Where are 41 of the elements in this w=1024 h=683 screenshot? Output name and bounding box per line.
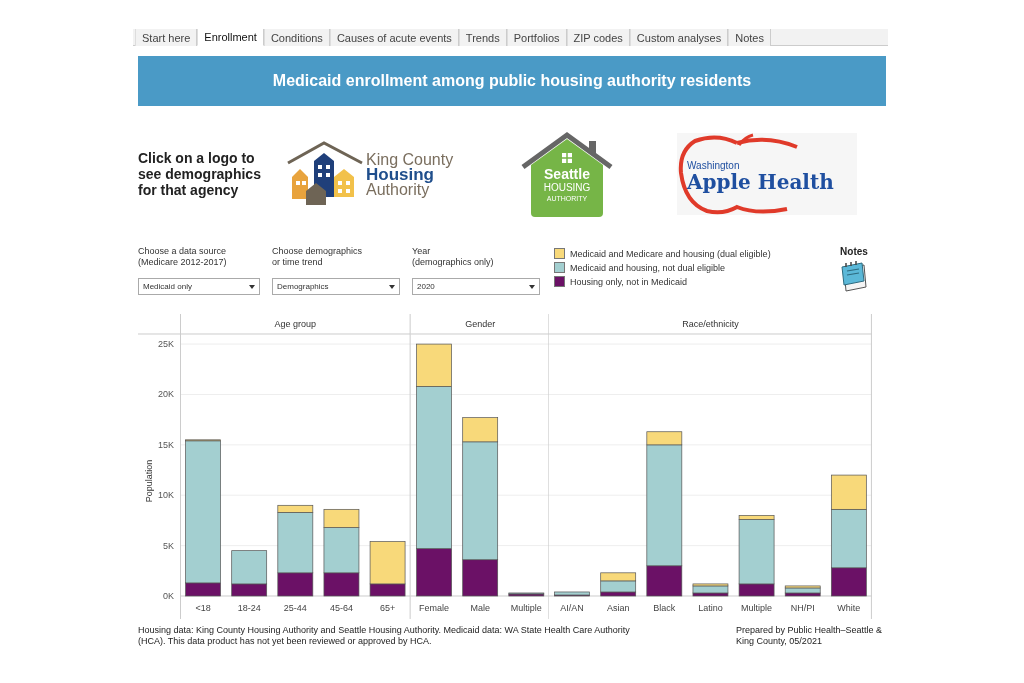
- legend-label: Medicaid and housing, not dual eligible: [570, 262, 726, 273]
- category-label: AI/AN: [560, 603, 584, 613]
- filter-label: Choose demographics or time trend: [272, 246, 364, 269]
- notes-label: Notes: [840, 246, 868, 257]
- filter-label: Choose a data source (Medicare 2012-2017): [138, 246, 228, 269]
- logo-text: King County: [366, 151, 454, 167]
- logo-prompt: Click on a logo to see demographics for that agency: [138, 150, 262, 198]
- axis-tick-label: 5K: [163, 540, 174, 551]
- panel-header: Age group: [274, 319, 317, 329]
- axis-tick-label: 10K: [158, 490, 174, 501]
- category-label: 25-44: [283, 603, 307, 613]
- axis-tick-label: 15K: [158, 439, 174, 450]
- category-label: Black: [653, 603, 676, 613]
- category-label: White: [837, 603, 861, 613]
- filter-label: Year (demographics only): [412, 246, 495, 269]
- category-label: Latino: [698, 603, 723, 613]
- axis-tick-label: 0K: [163, 591, 174, 601]
- category-label: 18-24: [237, 603, 261, 613]
- category-label: Asian: [606, 603, 630, 613]
- logo-text: Seattle: [544, 167, 590, 182]
- category-label: <18: [195, 603, 211, 613]
- logo-text: Washington: [687, 160, 741, 171]
- source-note: Housing data: King County Housing Authority and Seattle Housing Authority. Medicaid data: WA State Health Care Authority (HCA). This data product has not yet been reviewed or approved by HCA.: [138, 625, 631, 647]
- category-label: 65+: [379, 603, 396, 613]
- logo-text: HOUSING: [543, 182, 591, 193]
- axis-tick-label: 25K: [158, 339, 174, 350]
- category-label: 45-64: [329, 603, 353, 613]
- category-label: Multiple: [510, 603, 542, 613]
- logo-text: Apple Health: [687, 171, 834, 193]
- category-label: Female: [418, 603, 449, 613]
- axis-tick-label: 20K: [158, 389, 174, 400]
- axis-title: Population: [144, 459, 154, 503]
- credit-note: Prepared by Public Health–Seattle & King County, 05/2021: [736, 625, 884, 647]
- panel-header: Race/ethnicity: [682, 319, 739, 329]
- legend-label: Housing only, not in Medicaid: [570, 276, 687, 287]
- category-label: NH/PI: [790, 603, 815, 613]
- banner-title: Medicaid enrollment among public housing authority residents: [272, 72, 752, 90]
- category-label: Male: [470, 603, 490, 613]
- category-label: Multiple: [741, 603, 773, 613]
- panel-header: Gender: [464, 319, 495, 329]
- legend-label: Medicaid and Medicare and housing (dual eligible): [570, 248, 771, 259]
